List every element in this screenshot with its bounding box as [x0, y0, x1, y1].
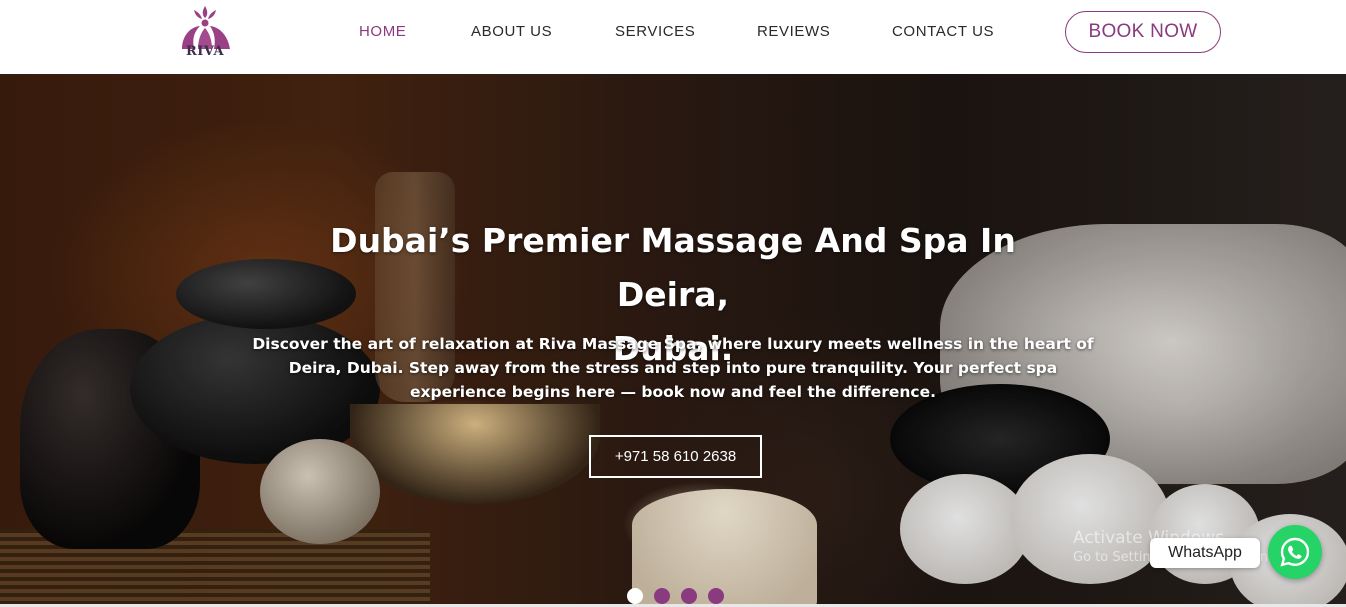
nav-home[interactable]: HOME [359, 23, 406, 43]
nav-about-us[interactable]: ABOUT US [471, 23, 552, 43]
phone-call-button[interactable]: +971 58 610 2638 [589, 435, 762, 478]
whatsapp-label[interactable]: WhatsApp [1150, 538, 1260, 568]
slider-dot-4[interactable] [708, 588, 724, 604]
slider-dot-3[interactable] [681, 588, 697, 604]
nav-reviews[interactable]: REVIEWS [757, 23, 830, 43]
slider-dot-1[interactable] [627, 588, 643, 604]
slider-dots [627, 588, 724, 604]
site-header: RIVA HOME ABOUT US SERVICES REVIEWS CONT… [0, 0, 1346, 74]
logo-text: RIVA [186, 44, 225, 59]
hero-description: Discover the art of relaxation at Riva M… [252, 335, 1094, 401]
nav-services[interactable]: SERVICES [615, 23, 695, 43]
nav-contact-us[interactable]: CONTACT US [892, 23, 994, 43]
slider-dot-2[interactable] [654, 588, 670, 604]
whatsapp-icon [1280, 537, 1310, 567]
hero-slider: Dubai’s Premier Massage And Spa In Deira… [0, 74, 1346, 604]
book-now-button[interactable]: BOOK NOW [1065, 11, 1221, 53]
whatsapp-button[interactable] [1268, 525, 1322, 579]
